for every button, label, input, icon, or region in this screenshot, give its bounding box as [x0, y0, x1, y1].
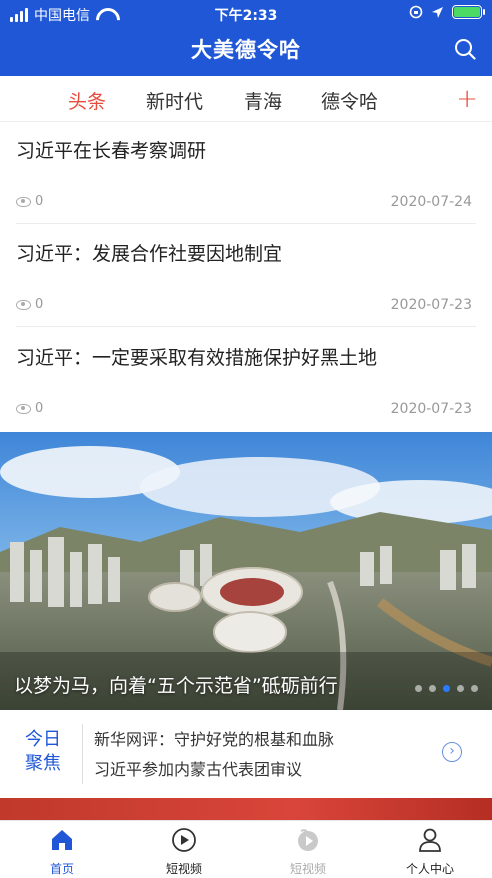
- today-focus-badge-line1: 今日: [25, 729, 61, 750]
- carousel-dots: [415, 685, 478, 692]
- news-date: 2020-07-23: [390, 401, 472, 417]
- banner-caption: 以梦为马，向着“五个示范省”砥砺前行: [14, 675, 338, 697]
- eye-icon: [16, 299, 31, 310]
- carousel-dot[interactable]: [429, 685, 436, 692]
- tab-new-era[interactable]: 新时代: [146, 87, 203, 114]
- tab-headlines[interactable]: 头条: [68, 87, 106, 114]
- status-bar: 中国电信 下午2:33: [0, 0, 492, 28]
- lock-rotation-icon: [409, 5, 423, 19]
- play-circle-icon: [172, 828, 196, 852]
- news-item[interactable]: 习近平：一定要采取有效措施保护好黑土地 0 2020-07-23: [0, 329, 492, 432]
- carousel-dot[interactable]: [457, 685, 464, 692]
- news-item[interactable]: 习近平：发展合作社要因地制宜 0 2020-07-23: [0, 225, 492, 328]
- search-icon[interactable]: [454, 38, 476, 60]
- focus-separator: [82, 724, 83, 784]
- user-icon: [419, 828, 441, 852]
- home-icon: [52, 830, 72, 850]
- banner-image: [0, 432, 492, 710]
- today-focus-badge: 今日 聚焦: [22, 728, 64, 776]
- carousel-dot[interactable]: [471, 685, 478, 692]
- add-channel-button[interactable]: +: [456, 84, 478, 114]
- view-count-value: 0: [35, 297, 44, 312]
- news-date: 2020-07-24: [390, 194, 472, 210]
- news-title: 习近平：发展合作社要因地制宜: [16, 243, 283, 265]
- battery-icon: [452, 5, 485, 19]
- focus-item[interactable]: 习近平参加内蒙古代表团审议: [94, 756, 302, 780]
- view-count: 0: [16, 401, 43, 416]
- view-count: 0: [16, 194, 43, 209]
- nav-video[interactable]: 短视频: [268, 827, 348, 877]
- nav-profile[interactable]: 个人中心: [390, 827, 470, 877]
- status-right: [409, 5, 485, 19]
- location-icon: [432, 6, 443, 18]
- tab-qinghai[interactable]: 青海: [244, 87, 282, 114]
- app-title: 大美德令哈: [191, 38, 301, 62]
- promo-strip[interactable]: [0, 798, 492, 820]
- news-date: 2020-07-23: [390, 297, 472, 313]
- today-focus[interactable]: 今日 聚焦 新华网评：守护好党的根基和血脉 习近平参加内蒙古代表团审议 ›: [0, 710, 492, 798]
- video-icon: [298, 829, 318, 851]
- top-bar: 中国电信 下午2:33 大美德令哈: [0, 0, 492, 76]
- carousel-dot[interactable]: [415, 685, 422, 692]
- eye-icon: [16, 196, 31, 207]
- view-count-value: 0: [35, 401, 44, 416]
- chevron-right-icon[interactable]: ›: [442, 742, 462, 762]
- nav-short-video-label: 短视频: [165, 862, 202, 876]
- carousel-dot-active[interactable]: [443, 685, 450, 692]
- nav-home-label: 首页: [49, 862, 74, 876]
- eye-icon: [16, 403, 31, 414]
- today-focus-badge-line2: 聚焦: [25, 753, 61, 774]
- view-count-value: 0: [35, 194, 44, 209]
- divider: [16, 326, 476, 327]
- nav-short-video[interactable]: 短视频: [144, 827, 224, 877]
- nav-profile-label: 个人中心: [405, 862, 454, 876]
- view-count: 0: [16, 297, 43, 312]
- divider: [16, 223, 476, 224]
- news-title: 习近平：一定要采取有效措施保护好黑土地: [16, 347, 378, 369]
- bottom-nav: 首页 短视频 短视频 个人中心: [0, 820, 492, 878]
- nav-home[interactable]: 首页: [22, 827, 102, 877]
- news-item[interactable]: 习近平在长春考察调研 0 2020-07-24: [0, 122, 492, 225]
- focus-item[interactable]: 新华网评：守护好党的根基和血脉: [94, 726, 334, 750]
- tab-delingha[interactable]: 德令哈: [321, 87, 378, 114]
- channel-tabs: 头条 新时代 青海 德令哈 +: [0, 76, 492, 122]
- nav-video-label: 短视频: [289, 862, 326, 876]
- news-title: 习近平在长春考察调研: [16, 140, 207, 162]
- banner-carousel[interactable]: 以梦为马，向着“五个示范省”砥砺前行: [0, 432, 492, 710]
